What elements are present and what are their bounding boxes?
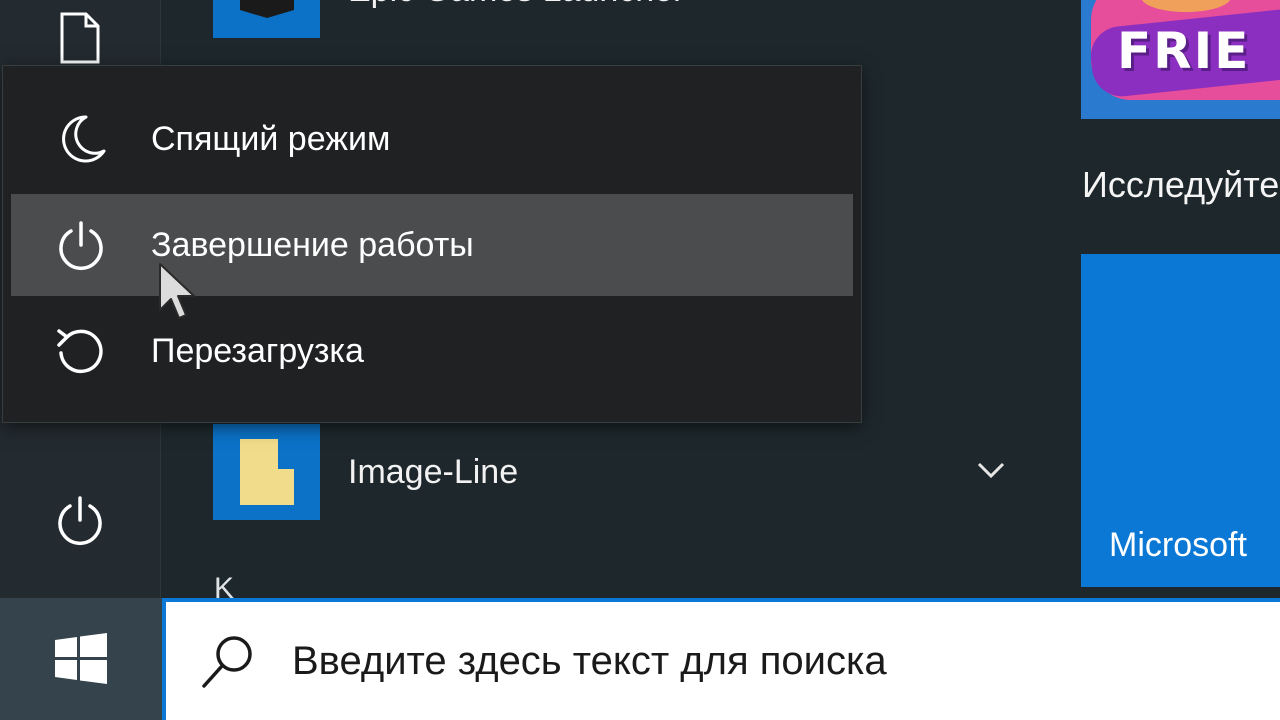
power-menu-sleep[interactable]: Спящий режим xyxy=(11,88,853,190)
game-tile[interactable]: FRIE xyxy=(1081,0,1280,119)
search-icon xyxy=(202,636,252,688)
start-button[interactable] xyxy=(0,598,162,720)
moon-icon xyxy=(62,115,106,163)
power-icon xyxy=(58,496,102,545)
app-tile-epic: EPIC xyxy=(213,0,320,38)
power-menu-shutdown[interactable]: Завершение работы xyxy=(11,194,853,296)
microsoft-store-tile[interactable]: Microsoft xyxy=(1081,254,1280,587)
power-menu-label: Перезагрузка xyxy=(151,331,364,370)
windows-logo-icon xyxy=(55,633,107,684)
power-menu-restart[interactable]: Перезагрузка xyxy=(11,300,853,402)
taskbar: Введите здесь текст для поиска xyxy=(0,598,1280,720)
app-tile-image-line xyxy=(213,424,320,520)
restart-icon xyxy=(57,329,103,374)
app-item-epic-games[interactable]: EPIC Epic Games Launcher xyxy=(213,0,1013,38)
power-menu: Спящий режим Завершение работы Перезагру… xyxy=(2,65,862,423)
app-label: Epic Games Launcher xyxy=(348,0,684,10)
search-box[interactable]: Введите здесь текст для поиска xyxy=(162,598,1280,720)
tile-label: Microsoft xyxy=(1109,526,1247,564)
document-icon xyxy=(60,12,100,64)
tile-group-header[interactable]: Исследуйте xyxy=(1082,164,1279,206)
search-input[interactable]: Введите здесь текст для поиска xyxy=(292,639,887,684)
folder-icon xyxy=(239,439,294,505)
chevron-down-icon[interactable] xyxy=(973,452,1009,488)
app-label: Image-Line xyxy=(348,452,519,491)
rail-power-button[interactable] xyxy=(0,470,160,570)
app-item-image-line[interactable]: Image-Line xyxy=(213,424,1013,520)
power-menu-label: Завершение работы xyxy=(151,225,474,264)
power-menu-label: Спящий режим xyxy=(151,119,391,158)
mouse-cursor-icon xyxy=(159,263,195,319)
epic-games-icon: EPIC xyxy=(239,0,294,18)
tile-art-text: FRIE xyxy=(1117,22,1251,80)
power-icon xyxy=(59,221,103,270)
svg-text:EPIC: EPIC xyxy=(251,0,281,3)
